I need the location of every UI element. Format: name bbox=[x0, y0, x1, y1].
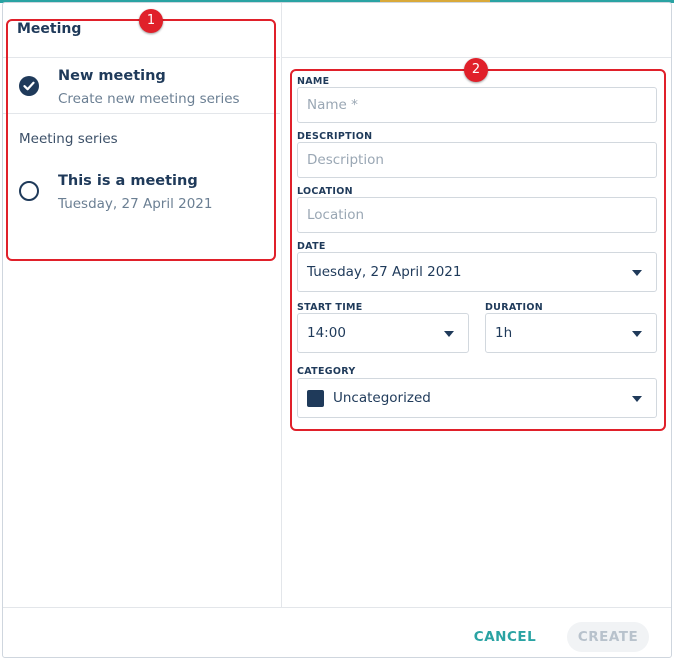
option-title: This is a meeting bbox=[58, 173, 198, 189]
meeting-type-pane: Meeting New meeting Create new meeting s… bbox=[3, 3, 282, 607]
create-meeting-dialog: Meeting New meeting Create new meeting s… bbox=[2, 2, 672, 658]
option-new-meeting[interactable]: New meeting Create new meeting series bbox=[3, 59, 280, 111]
pane-title: Meeting bbox=[17, 21, 82, 37]
create-button[interactable]: CREATE bbox=[567, 622, 649, 652]
duration-value: 1h bbox=[495, 325, 513, 341]
description-field[interactable] bbox=[297, 142, 657, 178]
meeting-form-pane: NAME DESCRIPTION LOCATION DATE Tuesday, … bbox=[282, 3, 671, 607]
location-label: LOCATION bbox=[297, 186, 353, 197]
category-label: CATEGORY bbox=[297, 366, 356, 377]
dialog-footer: CANCEL CREATE bbox=[3, 607, 671, 658]
divider bbox=[3, 113, 280, 114]
category-color-swatch bbox=[307, 390, 324, 407]
name-label: NAME bbox=[297, 76, 330, 87]
option-subtitle: Tuesday, 27 April 2021 bbox=[58, 196, 213, 212]
start-time-label: START TIME bbox=[297, 302, 363, 313]
start-time-value: 14:00 bbox=[307, 325, 346, 341]
category-value: Uncategorized bbox=[333, 390, 431, 406]
start-time-select[interactable]: 14:00 bbox=[297, 313, 469, 353]
annotation-badge-1: 1 bbox=[139, 9, 163, 33]
name-input[interactable] bbox=[298, 88, 656, 122]
option-title: New meeting bbox=[58, 68, 166, 84]
check-circle-icon[interactable] bbox=[19, 76, 39, 96]
option-series-item[interactable]: This is a meeting Tuesday, 27 April 2021 bbox=[3, 165, 280, 217]
chevron-down-icon bbox=[444, 331, 454, 337]
date-select[interactable]: Tuesday, 27 April 2021 bbox=[297, 252, 657, 292]
description-input[interactable] bbox=[298, 143, 656, 177]
duration-label: DURATION bbox=[485, 302, 543, 313]
section-label-meeting-series: Meeting series bbox=[19, 131, 118, 147]
date-value: Tuesday, 27 April 2021 bbox=[307, 264, 462, 280]
chevron-down-icon bbox=[632, 270, 642, 276]
option-subtitle: Create new meeting series bbox=[58, 91, 240, 107]
divider bbox=[3, 57, 280, 58]
cancel-button[interactable]: CANCEL bbox=[465, 622, 545, 652]
location-field[interactable] bbox=[297, 197, 657, 233]
category-select[interactable]: Uncategorized bbox=[297, 378, 657, 418]
annotation-badge-2: 2 bbox=[464, 58, 488, 82]
name-field[interactable] bbox=[297, 87, 657, 123]
duration-select[interactable]: 1h bbox=[485, 313, 657, 353]
description-label: DESCRIPTION bbox=[297, 131, 373, 142]
date-label: DATE bbox=[297, 241, 326, 252]
radio-empty-icon[interactable] bbox=[19, 181, 39, 201]
chevron-down-icon bbox=[632, 331, 642, 337]
chevron-down-icon bbox=[632, 396, 642, 402]
location-input[interactable] bbox=[298, 198, 656, 232]
